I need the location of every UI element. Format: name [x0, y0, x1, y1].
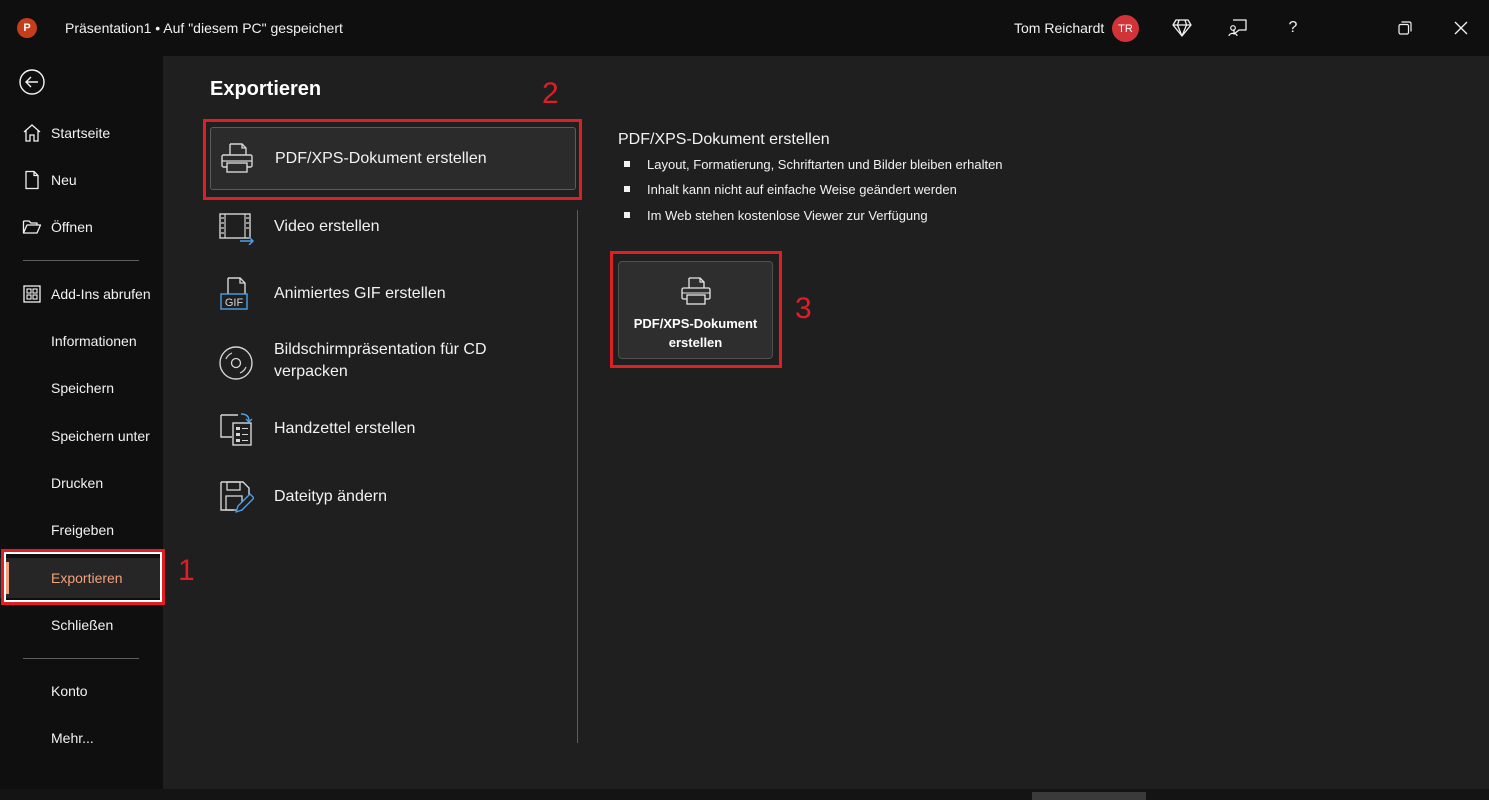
nav-item-oeffnen[interactable]: Öffnen [0, 207, 163, 247]
export-option-label-line1: Bildschirmpräsentation für CD [274, 341, 487, 358]
nav-item-label: Informationen [51, 333, 137, 349]
export-option-video[interactable]: Video erstellen [210, 201, 576, 253]
nav-item-label: Add-Ins abrufen [51, 286, 151, 302]
export-option-gif[interactable]: GIF Animiertes GIF erstellen [210, 268, 576, 320]
nav-item-mehr[interactable]: Mehr... [0, 718, 163, 758]
nav-item-label: Schließen [51, 617, 114, 633]
nav-divider [23, 658, 139, 659]
svg-text:GIF: GIF [225, 297, 244, 309]
new-document-icon [25, 170, 39, 190]
backstage-navigation: Startseite Neu Öffnen Add-Ins abrufen In… [0, 56, 163, 800]
nav-item-label: Speichern unter [51, 428, 150, 444]
nav-item-startseite[interactable]: Startseite [0, 113, 163, 153]
premium-diamond-icon[interactable] [1170, 16, 1194, 40]
nav-item-speichern[interactable]: Speichern [0, 368, 163, 408]
bullet-marker [624, 161, 630, 167]
nav-item-label: Neu [51, 172, 77, 188]
export-option-label: Handzettel erstellen [274, 420, 416, 437]
cd-package-icon [219, 346, 253, 380]
annotation-number-2: 2 [542, 77, 559, 110]
export-option-change-file-type[interactable]: Dateityp ändern [210, 471, 576, 523]
bullet-marker [624, 186, 630, 192]
page-title: Exportieren [210, 78, 322, 100]
nav-item-label: Drucken [51, 475, 104, 491]
nav-item-freigeben[interactable]: Freigeben [0, 510, 163, 550]
export-option-cd-package[interactable]: Bildschirmpräsentation für CD verpacken [210, 335, 576, 391]
help-icon[interactable]: ? [1281, 16, 1305, 40]
export-option-label-line2: verpacken [274, 363, 348, 380]
user-name[interactable]: Tom Reichardt [1014, 20, 1104, 36]
nav-item-informationen[interactable]: Informationen [0, 321, 163, 361]
gif-icon: GIF [220, 277, 248, 310]
nav-item-add-ins[interactable]: Add-Ins abrufen [0, 274, 163, 314]
export-option-label: Animiertes GIF erstellen [274, 285, 446, 302]
document-title: Präsentation1 • Auf "diesem PC" gespeich… [65, 20, 343, 36]
annotation-number-1: 1 [178, 554, 195, 587]
bullet-marker [624, 212, 630, 218]
handouts-icon [220, 413, 253, 446]
home-icon [23, 124, 41, 142]
detail-bullet: Inhalt kann nicht auf einfache Weise geä… [624, 182, 957, 197]
folder-open-icon [22, 220, 42, 234]
nav-item-speichern-unter[interactable]: Speichern unter [0, 416, 163, 456]
nav-item-drucken[interactable]: Drucken [0, 463, 163, 503]
annotation-number-3: 3 [795, 292, 812, 325]
add-ins-grid-icon [23, 285, 41, 303]
bullet-text: Inhalt kann nicht auf einfache Weise geä… [647, 182, 957, 197]
back-button[interactable] [19, 69, 45, 95]
restore-window-icon[interactable] [1393, 16, 1417, 40]
back-arrow-icon [19, 69, 45, 95]
powerpoint-logo-icon: P [17, 18, 37, 38]
bottom-strip [0, 789, 1489, 800]
export-option-label: Video erstellen [274, 218, 380, 235]
nav-divider [23, 260, 139, 261]
close-icon[interactable] [1449, 16, 1473, 40]
title-bar: P Präsentation1 • Auf "diesem PC" gespei… [0, 0, 1489, 56]
export-option-handouts[interactable]: Handzettel erstellen [210, 403, 576, 455]
detail-title: PDF/XPS-Dokument erstellen [618, 131, 830, 148]
avatar[interactable]: TR [1112, 15, 1139, 42]
scrollbar-thumb[interactable] [1032, 792, 1146, 800]
change-file-type-icon [220, 481, 254, 513]
nav-item-neu[interactable]: Neu [0, 160, 163, 200]
annotation-box-3 [610, 251, 782, 368]
bullet-text: Layout, Formatierung, Schriftarten und B… [647, 157, 1003, 172]
nav-item-label: Konto [51, 683, 88, 699]
feedback-icon[interactable] [1226, 16, 1250, 40]
nav-item-label: Speichern [51, 380, 115, 396]
annotation-box-2 [203, 119, 582, 200]
nav-item-label: Freigeben [51, 522, 115, 538]
nav-item-label: Mehr... [51, 730, 94, 746]
video-icon [219, 213, 254, 245]
pane-divider [577, 210, 578, 743]
nav-item-label: Öffnen [51, 219, 93, 235]
detail-bullet: Layout, Formatierung, Schriftarten und B… [624, 157, 1003, 172]
nav-item-schliessen[interactable]: Schließen [0, 605, 163, 645]
nav-item-konto[interactable]: Konto [0, 671, 163, 711]
nav-item-label: Startseite [51, 125, 111, 141]
annotation-box-1 [1, 549, 165, 605]
detail-bullet: Im Web stehen kostenlose Viewer zur Verf… [624, 208, 928, 223]
bullet-text: Im Web stehen kostenlose Viewer zur Verf… [647, 208, 928, 223]
export-option-label: Dateityp ändern [274, 488, 387, 505]
